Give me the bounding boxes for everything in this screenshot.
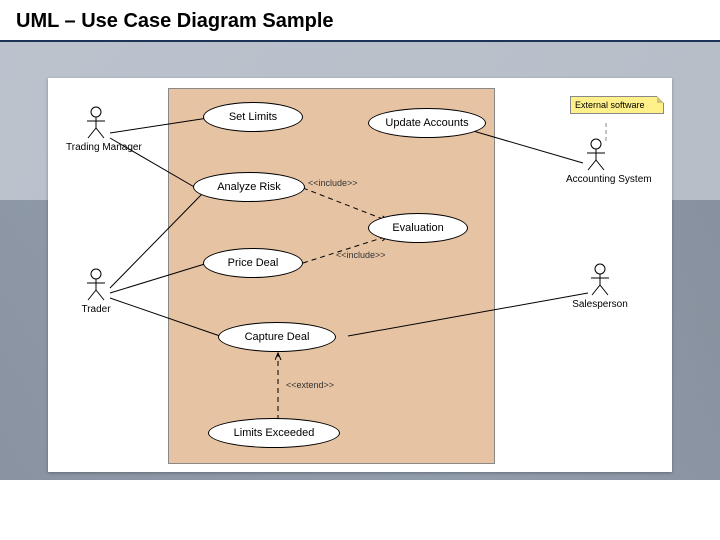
slide: UML – Use Case Diagram Sample	[0, 0, 720, 540]
actor-label: Accounting System	[566, 174, 626, 185]
actor-label: Salesperson	[570, 299, 630, 310]
diagram-container: Trading Manager Trader Accounting System…	[48, 78, 672, 472]
use-case-diagram: Trading Manager Trader Accounting System…	[48, 78, 672, 472]
usecase-evaluation: Evaluation	[368, 213, 468, 243]
actor-label: Trading Manager	[66, 142, 126, 153]
actor-icon	[587, 263, 613, 297]
usecase-capture-deal: Capture Deal	[218, 322, 336, 352]
system-boundary	[168, 88, 495, 464]
usecase-limits-exceeded: Limits Exceeded	[208, 418, 340, 448]
usecase-price-deal: Price Deal	[203, 248, 303, 278]
actor-trader: Trader	[66, 268, 126, 315]
actor-trading-manager: Trading Manager	[66, 106, 126, 153]
actor-icon	[83, 106, 109, 140]
stereotype-include: <<include>>	[308, 178, 358, 188]
usecase-update-accounts: Update Accounts	[368, 108, 486, 138]
actor-label: Trader	[66, 304, 126, 315]
actor-icon	[583, 138, 609, 172]
footer: magicdraw TM	[0, 480, 720, 540]
note-external-software: External software	[570, 96, 664, 114]
usecase-set-limits: Set Limits	[203, 102, 303, 132]
page-title: UML – Use Case Diagram Sample	[16, 10, 334, 33]
actor-accounting-system: Accounting System	[566, 138, 626, 185]
stereotype-include: <<include>>	[336, 250, 386, 260]
actor-icon	[83, 268, 109, 302]
actor-salesperson: Salesperson	[570, 263, 630, 310]
usecase-analyze-risk: Analyze Risk	[193, 172, 305, 202]
stereotype-extend: <<extend>>	[286, 380, 334, 390]
